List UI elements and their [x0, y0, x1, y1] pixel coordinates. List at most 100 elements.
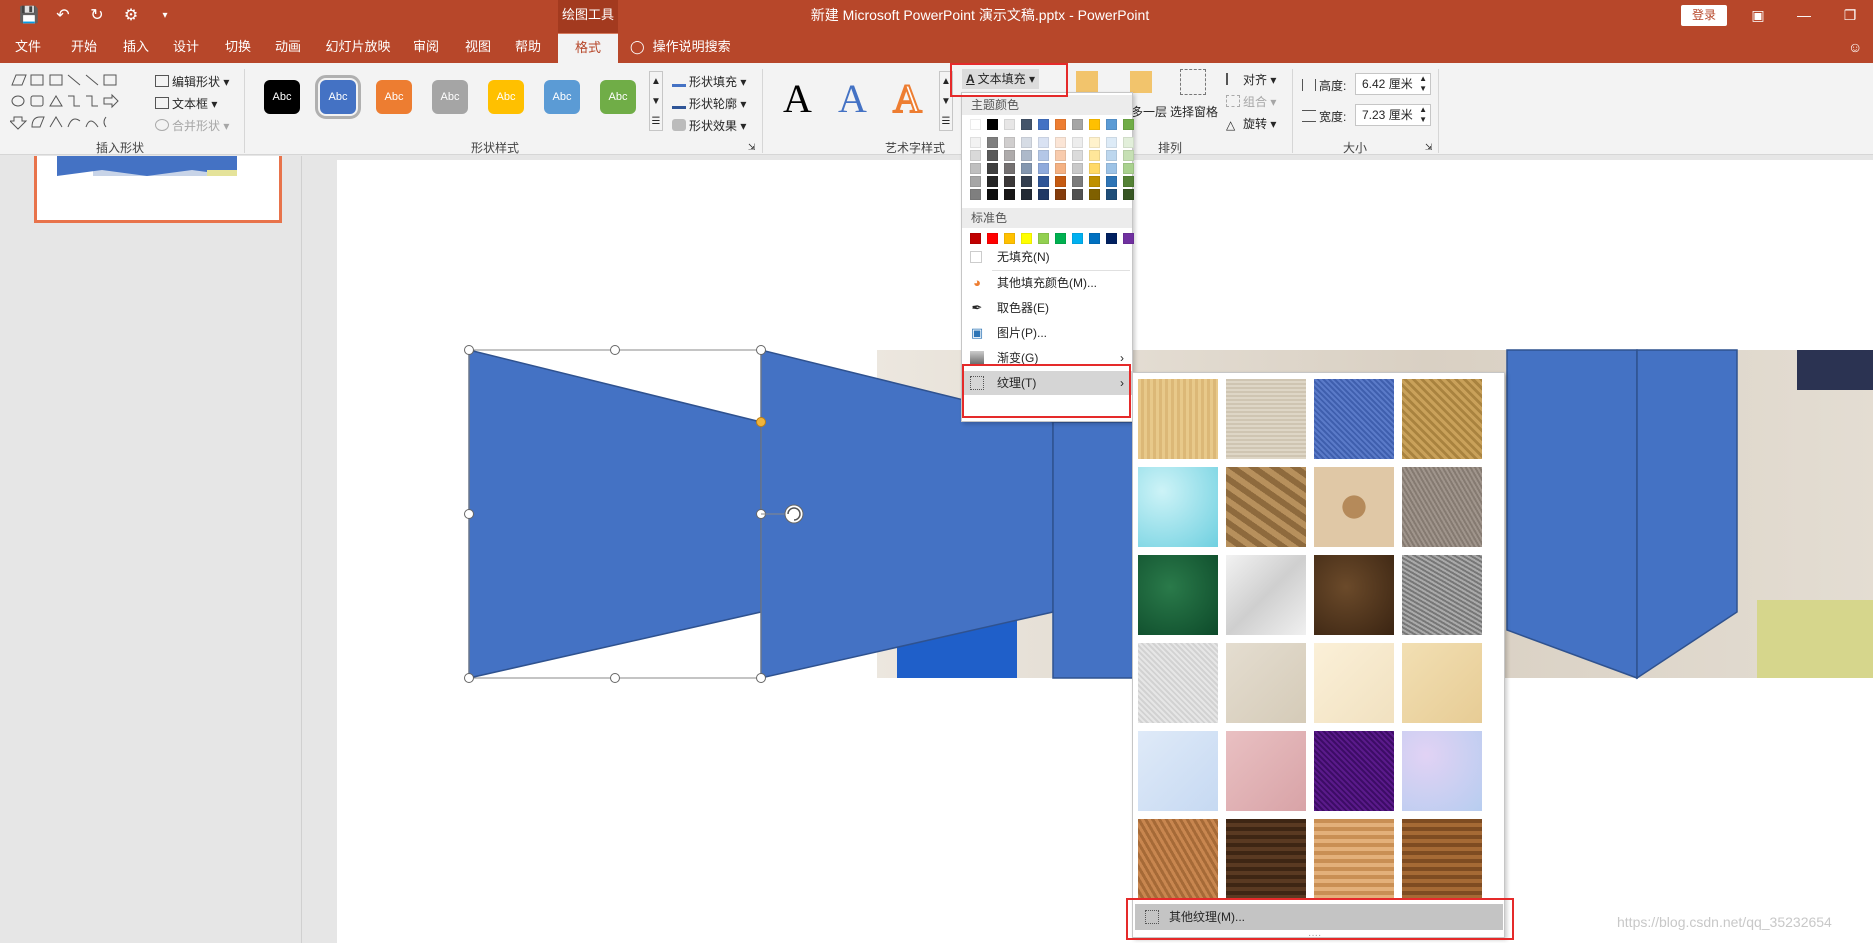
tab-file[interactable]: 文件	[10, 33, 46, 63]
trapezoid-shape-right[interactable]	[1506, 349, 1638, 680]
bring-forward-label[interactable]: 多一层	[1131, 103, 1167, 120]
resize-handle[interactable]	[464, 345, 474, 355]
theme-color-tint-swatch[interactable]	[970, 189, 981, 200]
theme-color-tint-swatch[interactable]	[1021, 150, 1032, 161]
texture-denim[interactable]	[1314, 379, 1394, 459]
theme-color-tint-swatch[interactable]	[987, 137, 998, 148]
width-spinner-icon[interactable]: ▲ ▼	[1419, 105, 1427, 125]
bring-forward-icon[interactable]	[1076, 71, 1098, 93]
selection-pane-icon[interactable]	[1180, 69, 1206, 95]
theme-color-tint-swatch[interactable]	[987, 163, 998, 174]
align-button[interactable]: 对齐 ▾	[1226, 71, 1276, 88]
tab-review[interactable]: 审阅	[406, 33, 446, 63]
theme-color-tint-swatch[interactable]	[1038, 189, 1049, 200]
theme-color-tint-swatch[interactable]	[1072, 150, 1083, 161]
theme-color-swatch[interactable]	[1089, 119, 1100, 130]
theme-color-tint-swatch[interactable]	[1004, 150, 1015, 161]
texture-blue-tissue-paper[interactable]	[1138, 731, 1218, 811]
theme-color-tint-swatch[interactable]	[1055, 150, 1066, 161]
slide-thumbnail[interactable]	[34, 156, 282, 223]
more-textures-item[interactable]: 其他纹理(M)...	[1135, 904, 1503, 930]
wordart-style-blue[interactable]: A	[838, 77, 867, 121]
edit-shape-button[interactable]: 编辑形状 ▾	[155, 73, 229, 90]
shape-styles-launcher-icon[interactable]: ⇲	[748, 142, 756, 153]
texture-walnut[interactable]	[1226, 819, 1306, 899]
theme-color-tint-swatch[interactable]	[1106, 189, 1117, 200]
standard-color-swatch[interactable]	[1021, 233, 1032, 244]
theme-color-tint-swatch[interactable]	[1004, 189, 1015, 200]
tab-transitions[interactable]: 切换	[218, 33, 258, 63]
theme-color-tint-swatch[interactable]	[1021, 176, 1032, 187]
texture-granite[interactable]	[1402, 555, 1482, 635]
texture-bouquet[interactable]	[1402, 731, 1482, 811]
theme-color-tint-swatch[interactable]	[1038, 137, 1049, 148]
present-icon[interactable]: ⚙	[120, 5, 142, 27]
texture-parchment[interactable]	[1314, 643, 1394, 723]
standard-color-swatch[interactable]	[1089, 233, 1100, 244]
texture-fish-fossil[interactable]	[1314, 467, 1394, 547]
tab-help[interactable]: 帮助	[508, 33, 548, 63]
theme-color-tint-swatch[interactable]	[1004, 137, 1015, 148]
resize-handle[interactable]	[464, 673, 474, 683]
texture-papyrus[interactable]	[1138, 379, 1218, 459]
shape-style-preset[interactable]: Abc	[315, 75, 361, 119]
resize-handle[interactable]	[610, 673, 620, 683]
adjust-handle[interactable]	[756, 417, 766, 427]
tab-view[interactable]: 视图	[458, 33, 498, 63]
save-icon[interactable]: 💾	[18, 5, 40, 27]
texture-white-marble[interactable]	[1226, 555, 1306, 635]
theme-color-tint-swatch[interactable]	[1072, 189, 1083, 200]
resize-handle[interactable]	[756, 673, 766, 683]
theme-color-tint-swatch[interactable]	[1038, 150, 1049, 161]
send-backward-icon[interactable]	[1130, 71, 1152, 93]
theme-color-tint-swatch[interactable]	[1089, 189, 1100, 200]
height-spinner-icon[interactable]: ▲ ▼	[1419, 74, 1427, 94]
text-box-button[interactable]: 文本框 ▾	[155, 95, 217, 112]
height-input[interactable]: 6.42 厘米 ▲ ▼	[1355, 73, 1431, 95]
theme-color-tint-swatch[interactable]	[1106, 137, 1117, 148]
theme-color-tint-swatch[interactable]	[1106, 163, 1117, 174]
gradient-item[interactable]: 渐变(G) ›	[962, 346, 1132, 370]
standard-color-swatch[interactable]	[1072, 233, 1083, 244]
wordart-gallery-scroll[interactable]: ▲ ▼ ☰	[939, 71, 953, 131]
standard-color-swatch[interactable]	[1004, 233, 1015, 244]
theme-color-tint-swatch[interactable]	[1038, 163, 1049, 174]
standard-color-swatch[interactable]	[1106, 233, 1117, 244]
theme-color-tint-swatch[interactable]	[987, 176, 998, 187]
no-fill-item[interactable]: 无填充(N)	[962, 245, 1132, 269]
shape-style-preset[interactable]: Abc	[432, 80, 468, 114]
resize-grip-icon[interactable]: ····	[1308, 930, 1321, 941]
shape-style-preset[interactable]: Abc	[376, 80, 412, 114]
shape-style-preset[interactable]: Abc	[488, 80, 524, 114]
theme-color-tint-swatch[interactable]	[970, 163, 981, 174]
theme-color-tint-swatch[interactable]	[1123, 163, 1134, 174]
text-fill-button[interactable]: A 文本填充 ▾	[962, 69, 1040, 89]
theme-color-tint-swatch[interactable]	[1123, 137, 1134, 148]
theme-color-tint-swatch[interactable]	[1089, 150, 1100, 161]
tab-insert[interactable]: 插入	[116, 33, 156, 63]
theme-color-tint-swatch[interactable]	[1089, 137, 1100, 148]
minimize-icon[interactable]: —	[1781, 0, 1827, 33]
theme-color-tint-swatch[interactable]	[970, 176, 981, 187]
wordart-style-orange-outline[interactable]: A	[892, 76, 923, 122]
shape-style-gallery-scroll[interactable]: ▲ ▼ ☰	[649, 71, 663, 131]
texture-paper-bag[interactable]	[1226, 467, 1306, 547]
theme-color-tint-swatch[interactable]	[1055, 176, 1066, 187]
theme-color-tint-swatch[interactable]	[1004, 176, 1015, 187]
theme-color-tint-swatch[interactable]	[1038, 176, 1049, 187]
theme-color-tint-swatch[interactable]	[1021, 189, 1032, 200]
resize-handle[interactable]	[610, 345, 620, 355]
undo-icon[interactable]: ↶	[52, 5, 74, 27]
theme-color-tint-swatch[interactable]	[1072, 163, 1083, 174]
theme-color-tint-swatch[interactable]	[970, 150, 981, 161]
theme-color-swatch[interactable]	[1038, 119, 1049, 130]
account-icon[interactable]: ☺	[1848, 39, 1862, 55]
texture-cork[interactable]	[1138, 819, 1218, 899]
texture-water-droplets[interactable]	[1138, 467, 1218, 547]
standard-color-swatch[interactable]	[970, 233, 981, 244]
texture-canvas[interactable]	[1226, 379, 1306, 459]
shape-style-preset[interactable]: Abc	[600, 80, 636, 114]
texture-newsprint[interactable]	[1138, 643, 1218, 723]
theme-color-tint-swatch[interactable]	[1123, 150, 1134, 161]
picture-item[interactable]: ▣ 图片(P)...	[962, 321, 1132, 345]
